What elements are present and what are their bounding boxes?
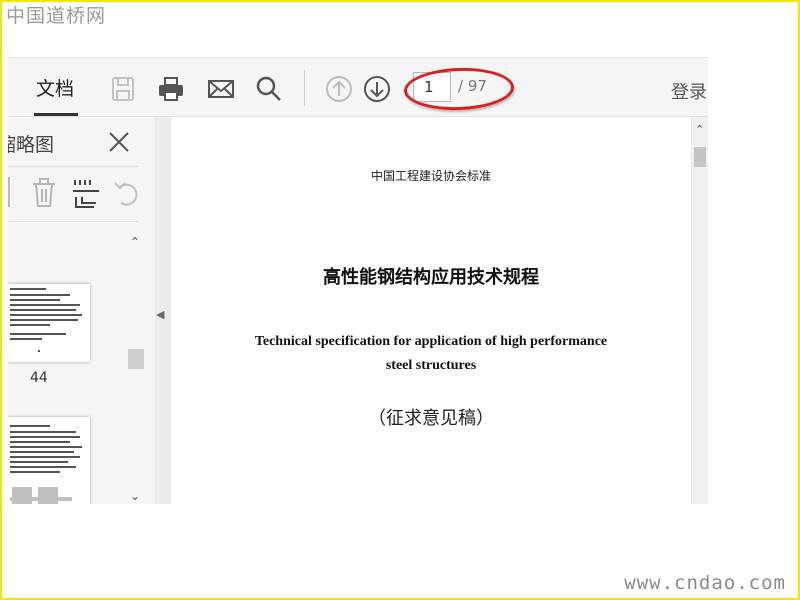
toolbar-divider — [304, 70, 305, 106]
collapse-left-icon[interactable]: ◀ — [156, 308, 164, 321]
extract-icon[interactable] — [72, 177, 100, 209]
site-watermark: www.cndao.com — [624, 572, 786, 594]
print-icon[interactable] — [156, 74, 186, 104]
document-scrollbar[interactable]: ⌃ — [692, 117, 708, 504]
thumbnail-sidebar: 缩略图 — [8, 117, 148, 504]
login-link[interactable]: 登录 — [671, 78, 707, 104]
thumbnail-page[interactable] — [8, 417, 90, 504]
down-arrow-icon[interactable] — [362, 74, 392, 104]
chevron-down-icon[interactable]: ⌄ — [130, 489, 140, 503]
sidebar-collapse-handle[interactable]: ◀ — [155, 117, 169, 504]
mail-icon[interactable] — [206, 74, 236, 104]
scrollbar-thumb[interactable] — [694, 147, 706, 167]
scrollbar-thumb[interactable] — [128, 349, 144, 369]
doc-title-english-line1: Technical specification for application … — [254, 334, 608, 349]
chevron-up-icon[interactable]: ⌃ — [695, 123, 704, 136]
doc-draft-label: （征求意见稿） — [368, 408, 494, 429]
site-logo: 中国道桥网 — [6, 5, 107, 27]
thumbnail-page[interactable] — [8, 284, 90, 362]
document-page: 中国工程建设协会标准 高性能钢结构应用技术规程 Technical specif… — [171, 117, 691, 504]
sidebar-title: 缩略图 — [8, 134, 55, 156]
toolbar: 文档 1 / 97 登录 — [8, 57, 708, 117]
sidebar-separator — [8, 166, 138, 167]
close-icon[interactable] — [105, 128, 133, 156]
chevron-up-icon[interactable]: ⌃ — [130, 235, 140, 249]
save-icon[interactable] — [108, 74, 138, 104]
delete-icon[interactable] — [30, 177, 58, 209]
doc-title-english-line2: steel structures — [385, 358, 477, 373]
tab-document[interactable]: 文档 — [36, 74, 74, 101]
doc-standard-label: 中国工程建设协会标准 — [370, 169, 491, 183]
document-area: 中国工程建设协会标准 高性能钢结构应用技术规程 Technical specif… — [169, 117, 692, 504]
document-viewer: 文档 1 / 97 登录 略图 44 ⌃ ⌄ ◀ 中国工程建设协会标准 高性能钢… — [8, 57, 708, 504]
sidebar-tool-divider — [8, 177, 10, 207]
up-arrow-icon[interactable] — [324, 74, 354, 104]
tab-active-indicator — [34, 113, 78, 116]
doc-title-chinese: 高性能钢结构应用技术规程 — [323, 267, 539, 288]
thumbnail-scrollbar[interactable]: ⌃ ⌄ — [127, 231, 145, 503]
thumbnail-page-number: 44 — [30, 370, 48, 386]
search-icon[interactable] — [254, 74, 284, 104]
rotate-icon[interactable] — [112, 177, 140, 209]
